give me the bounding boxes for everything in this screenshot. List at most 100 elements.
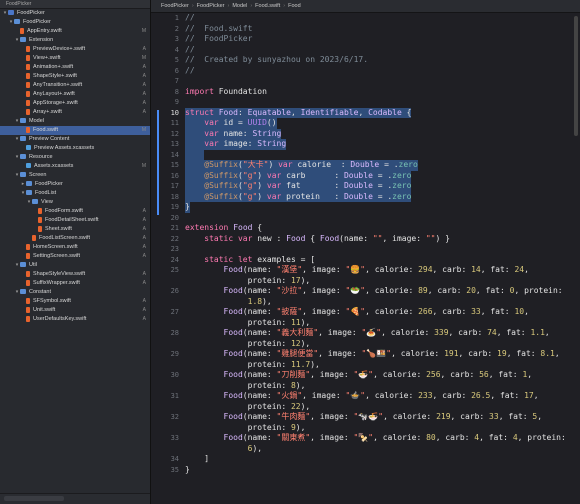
code-line[interactable]: 13 var image: String [151,139,580,150]
code-text: protein: 9), [185,422,306,432]
code-line[interactable]: 15 @Suffix("大卡") var calorie : Double = … [151,160,580,171]
tree-item-sfsymbol-swift[interactable]: SFSymbol.swift A [0,297,150,306]
tree-item-fooddetailsheet-swift[interactable]: FoodDetailSheet.swift A [0,216,150,225]
tree-item-foodpicker[interactable]: ▾ FoodPicker [0,9,150,18]
code-line[interactable]: 10 struct Food: Equatable, Identifiable, … [151,107,580,118]
code-line[interactable]: 30 Food(name: "刀削麵", image: "🍜", calorie… [151,370,580,381]
tree-item-appentry-swift[interactable]: AppEntry.swift M [0,27,150,36]
tree-item-animation-swift[interactable]: Animation+.swift A [0,63,150,72]
code-line[interactable]: protein: 12), [151,339,580,350]
jumpbar-crumb[interactable]: Food.swift [255,3,280,9]
code-line[interactable]: 34 ] [151,454,580,465]
git-status-badge: A [142,244,146,250]
code-line[interactable]: 26 Food(name: "沙拉", image: "🥗", calorie:… [151,286,580,297]
tree-item-model[interactable]: ▾ Model [0,117,150,126]
tree-item-foodpicker[interactable]: ▾ FoodPicker [0,18,150,27]
code-line[interactable]: protein: 22), [151,402,580,413]
code-line[interactable]: 29 Food(name: "雞腿便當", image: "🍗🍱", calor… [151,349,580,360]
source-editor[interactable]: FoodPicker › FoodPicker › Model › Food.swift › F… [151,0,580,504]
tree-item-shapestyleview-swift[interactable]: ShapeStyleView.swift A [0,270,150,279]
code-line[interactable]: 7 [151,76,580,87]
code-line[interactable]: 3 // FoodPicker [151,34,580,45]
code-text: var image: String [185,139,287,150]
code-line[interactable]: protein: 9), [151,423,580,434]
jumpbar-crumb[interactable]: FoodPicker [161,3,189,9]
tree-item-appstorage-swift[interactable]: AppStorage+.swift A [0,99,150,108]
vertical-scrollbar[interactable] [574,16,578,136]
code-line[interactable]: 35} [151,465,580,476]
code-line[interactable]: 2 // Food.swift [151,24,580,35]
code-line[interactable]: 8 import Foundation [151,87,580,98]
tree-item-sheet-swift[interactable]: Sheet.swift A [0,225,150,234]
code-line[interactable]: 18 @Suffix("g") var protein : Double = .… [151,191,580,202]
jumpbar-crumb[interactable]: Food [288,3,301,9]
tree-item-foodlist[interactable]: ▾ FoodList [0,189,150,198]
code-line[interactable]: protein: 17), [151,276,580,287]
code-text: protein: 22), [185,401,311,411]
code-line[interactable]: 28 Food(name: "義大利麵", image: "🍝", calori… [151,328,580,339]
code-line[interactable]: 9 [151,97,580,108]
code-line[interactable]: protein: 11.7), [151,360,580,371]
code-line[interactable]: 33 Food(name: "關東煮", image: "🍢", calorie… [151,433,580,444]
code-line[interactable]: 6), [151,444,580,455]
jumpbar-crumb[interactable]: FoodPicker [197,3,225,9]
code-line[interactable]: protein: 8), [151,381,580,392]
code-line[interactable]: 1.8), [151,297,580,308]
tree-item-suffixwrapper-swift[interactable]: SuffixWrapper.swift A [0,279,150,288]
tree-item-unit-swift[interactable]: Unit.swift A [0,306,150,315]
code-line[interactable]: 21 extension Food { [151,223,580,234]
tree-item-preview-assets-xcassets[interactable]: Preview Assets.xcassets [0,144,150,153]
line-number: 26 [170,287,179,295]
jumpbar-crumb[interactable]: Model [232,3,247,9]
tree-item-homescreen-swift[interactable]: HomeScreen.swift A [0,243,150,252]
code-line[interactable]: 16 @Suffix("g") var carb : Double = .zer… [151,170,580,181]
code-line[interactable]: 12 var name: String [151,128,580,139]
code-line[interactable]: 4 // [151,45,580,56]
code-line[interactable]: 5 // Created by sunyazhou on 2023/6/17. [151,55,580,66]
line-number: 3 [174,35,179,43]
tree-item-assets-xcassets[interactable]: Assets.xcassets M [0,162,150,171]
tree-item-preview-content[interactable]: ▾ Preview Content [0,135,150,144]
tree-item-shapestyle-swift[interactable]: ShapeStyle+.swift A [0,72,150,81]
tree-item-screen[interactable]: ▾ Screen [0,171,150,180]
tree-item-foodform-swift[interactable]: FoodForm.swift A [0,207,150,216]
jump-bar[interactable]: FoodPicker › FoodPicker › Model › Food.swift › F… [151,0,580,13]
tree-item-foodpicker[interactable]: ▸ FoodPicker [0,180,150,189]
line-number: 19 [170,203,179,211]
tree-item-extension[interactable]: ▾ Extension [0,36,150,45]
code-line[interactable]: 31 Food(name: "火鍋", image: "🍲", calorie:… [151,391,580,402]
tree-item-view[interactable]: ▾ View [0,198,150,207]
code-line[interactable]: 1 // [151,13,580,24]
git-status-badge: A [142,46,146,52]
tree-item-userdefaultskey-swift[interactable]: UserDefaultsKey.swift A [0,315,150,324]
filter-field[interactable] [4,496,64,501]
code-line[interactable]: 17 @Suffix("g") var fat : Double = .zero [151,181,580,192]
tree-item-settingscreen-swift[interactable]: SettingScreen.swift A [0,252,150,261]
tree-item-foodlistscreen-swift[interactable]: FoodListScreen.swift A [0,234,150,243]
code-line[interactable]: protein: 11), [151,318,580,329]
line-number: 31 [170,392,179,400]
tree-item-constant[interactable]: ▾ Constant [0,288,150,297]
code-line[interactable]: 6 // [151,66,580,77]
code-area[interactable]: 1 // 2 // Food.swift 3 // FoodPicker 4 // 5 // Cr… [151,13,580,475]
code-line[interactable]: 24 static let examples = [ [151,255,580,266]
tree-item-label: SettingScreen.swift [33,253,81,259]
code-line[interactable]: 23 [151,244,580,255]
code-line[interactable]: 20 [151,213,580,224]
code-line[interactable]: 11 var id = UUID() [151,118,580,129]
tree-item-array-swift[interactable]: Array+.swift A [0,108,150,117]
tree-item-anytransition-swift[interactable]: AnyTransition+.swift A [0,81,150,90]
code-line[interactable]: 19} [151,202,580,213]
tree-item-previewdevice-swift[interactable]: PreviewDevice+.swift A [0,45,150,54]
tree-item-view-swift[interactable]: View+.swift M [0,54,150,63]
git-status-badge: M [141,127,146,133]
tree-item-resource[interactable]: ▾ Resource [0,153,150,162]
code-line[interactable]: 14 [151,149,580,160]
tree-item-util[interactable]: ▾ Util [0,261,150,270]
code-line[interactable]: 22 static var new : Food { Food(name: ""… [151,234,580,245]
code-line[interactable]: 27 Food(name: "披薩", image: "🍕", calorie:… [151,307,580,318]
code-line[interactable]: 25 Food(name: "漢堡", image: "🍔", calorie:… [151,265,580,276]
tree-item-food-swift[interactable]: Food.swift M [0,126,150,135]
tree-item-anylayout-swift[interactable]: AnyLayout+.swift A [0,90,150,99]
code-line[interactable]: 32 Food(name: "牛肉麵", image: "🐄🍜", calori… [151,412,580,423]
